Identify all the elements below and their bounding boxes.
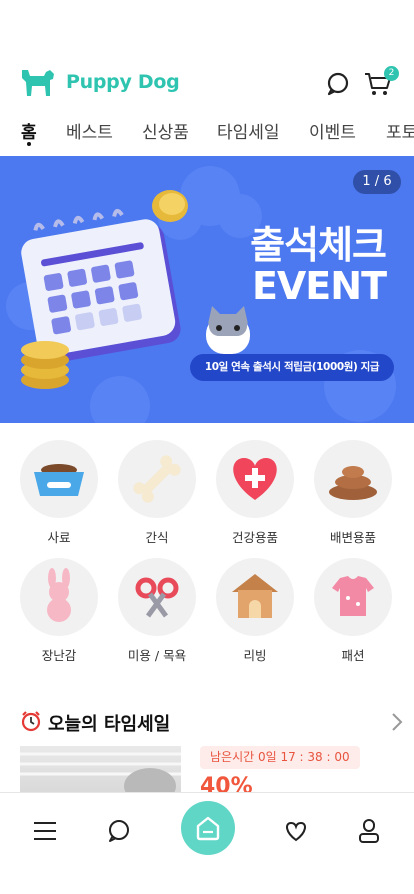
app-title: Puppy Dog: [66, 71, 180, 93]
heart-icon[interactable]: [282, 817, 310, 845]
tab-event[interactable]: 이벤트: [309, 118, 356, 143]
active-tab-indicator: [27, 142, 31, 146]
alarm-clock-icon: [21, 711, 41, 732]
category-toy[interactable]: 장난감: [10, 558, 108, 664]
user-icon[interactable]: [355, 817, 383, 845]
banner-info-pill: 10일 연속 출석시 적립금(1000원) 지급: [190, 354, 394, 381]
category-toilet[interactable]: 배변용품: [304, 440, 402, 546]
app-header: Puppy Dog 2: [0, 62, 414, 106]
chevron-right-icon[interactable]: [390, 712, 404, 732]
category-snack[interactable]: 간식: [108, 440, 206, 546]
category-label: 리빙: [243, 648, 267, 663]
timesale-title: 오늘의 타임세일: [48, 714, 171, 735]
dog-house-icon: [232, 574, 278, 618]
bottom-navigation: [0, 792, 414, 894]
category-label: 미용 / 목욕: [127, 648, 187, 663]
category-label: 장난감: [41, 648, 77, 663]
category-label: 간식: [145, 530, 169, 545]
timesale-product-image[interactable]: [20, 746, 181, 796]
tab-best[interactable]: 베스트: [66, 118, 113, 143]
dog-logo-icon: [22, 70, 54, 96]
tab-new[interactable]: 신상품: [142, 118, 189, 143]
category-living[interactable]: 리빙: [206, 558, 304, 664]
category-tabs: 홈 베스트 신상품 타임세일 이벤트 포토: [0, 116, 414, 154]
poop-icon: [329, 466, 377, 500]
banner-title: 출석체크: [250, 223, 387, 267]
home-icon: [196, 816, 220, 841]
bone-icon: [133, 455, 181, 503]
category-label: 사료: [47, 530, 71, 545]
category-label: 배변용품: [329, 530, 376, 545]
dog-food-bowl-icon: [34, 464, 84, 496]
category-label: 건강용품: [231, 530, 278, 545]
category-food[interactable]: 사료: [10, 440, 108, 546]
category-health[interactable]: 건강용품: [206, 440, 304, 546]
category-fashion[interactable]: 패션: [304, 558, 402, 664]
event-banner[interactable]: 1 / 6 출석체크 EVENT 10일 연속 출석시 적립금(1000원) 지…: [0, 156, 414, 423]
timesale-timer: 남은시간 0일 17 : 38 : 00: [200, 746, 360, 769]
tab-home[interactable]: 홈: [21, 118, 37, 143]
banner-page-counter: 1 / 6: [353, 170, 401, 194]
cart-count-badge: 2: [384, 66, 399, 81]
product-photo: [20, 752, 181, 796]
menu-icon[interactable]: [31, 817, 59, 845]
category-grooming[interactable]: 미용 / 목욕: [108, 558, 206, 664]
rabbit-toy-icon: [47, 568, 71, 622]
clothes-icon: [332, 576, 374, 616]
tab-photo[interactable]: 포토: [386, 118, 414, 143]
logo[interactable]: Puppy Dog: [20, 66, 180, 98]
tab-timesale[interactable]: 타임세일: [217, 118, 280, 143]
health-heart-icon: [233, 458, 277, 500]
banner-subtitle: EVENT: [251, 264, 387, 308]
scissors-icon: [135, 577, 179, 618]
search-icon[interactable]: [324, 70, 352, 98]
category-label: 패션: [341, 648, 365, 663]
home-button[interactable]: [181, 801, 235, 855]
search-icon[interactable]: [105, 817, 133, 845]
